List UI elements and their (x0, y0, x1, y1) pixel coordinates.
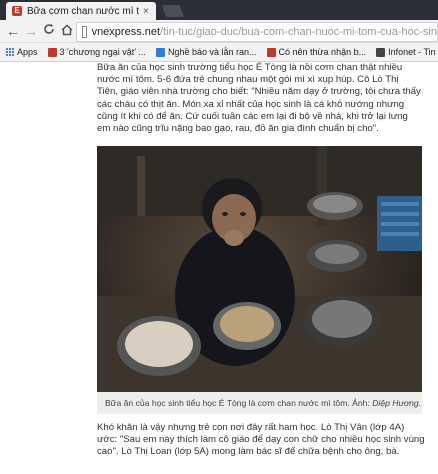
bookmark-label: Có nên thừa nhận b... (278, 47, 367, 57)
caption-credit: Diệp Hương. (372, 398, 422, 408)
page-icon (82, 26, 87, 38)
bookmark-item[interactable]: Có nên thừa nhận b... (266, 47, 367, 57)
bookmark-favicon-icon (376, 47, 386, 57)
reload-icon[interactable] (40, 22, 58, 40)
address-bar[interactable]: vnexpress.net/tin-tuc/giao-duc/bua-com-c… (76, 22, 438, 42)
photo-child-eating-icon (97, 146, 422, 392)
bookmark-label: Infonet - Tin tức - (388, 47, 438, 57)
tab-strip: E Bữa cơm chan nước mì tôm × (0, 0, 438, 20)
close-tab-icon[interactable]: × (143, 6, 149, 17)
bookmark-favicon-icon (266, 47, 276, 57)
new-tab-button[interactable] (161, 5, 185, 17)
bookmark-label: Nghề báo và lằn ran... (167, 47, 257, 57)
url-path: /tin-tuc/giao-duc/bua-com-chan-nuoc-mi-t… (160, 26, 437, 38)
bookmark-label: 3 'chương ngại vật' ... (59, 47, 146, 57)
article-paragraph: Bữa ăn của học sinh trường tiểu học É Tò… (97, 62, 421, 135)
article-paragraph: Khó khăn là vậy nhưng trẻ con nơi đây rấ… (97, 422, 425, 458)
apps-grid-icon (6, 48, 14, 56)
url-domain: vnexpress.net (91, 26, 161, 38)
bookmark-label: Apps (17, 47, 38, 57)
article-photo (97, 146, 422, 392)
url-text[interactable]: vnexpress.net/tin-tuc/giao-duc/bua-com-c… (92, 26, 437, 38)
bookmark-item[interactable]: Infonet - Tin tức - (376, 47, 438, 57)
bookmark-favicon-icon (155, 47, 165, 57)
vnexpress-favicon-icon: E (12, 6, 22, 16)
caption-text: Bữa ăn của học sinh tiểu học É Tòng là c… (105, 398, 373, 408)
article-content: Bữa ăn của học sinh trường tiểu học É Tò… (0, 62, 438, 474)
bookmark-item[interactable]: Nghề báo và lằn ran... (155, 47, 257, 57)
bookmark-item[interactable]: 3 'chương ngại vật' ... (47, 47, 146, 57)
back-arrow-icon[interactable]: ← (4, 22, 22, 40)
forward-arrow-icon[interactable]: → (22, 22, 40, 40)
caption-text-line: Bữa ăn của học sinh tiểu học É Tòng là c… (105, 398, 421, 408)
bookmark-apps[interactable]: Apps (6, 47, 38, 57)
bookmark-favicon-icon (47, 47, 57, 57)
reload-glyph-icon (44, 23, 54, 34)
browser-tab[interactable]: E Bữa cơm chan nước mì tôm × (6, 2, 156, 20)
browser-toolbar: ← → vnexpress.net/tin-tuc/giao-duc/bua-c… (0, 20, 438, 43)
home-glyph-icon (61, 24, 73, 36)
photo-caption: Bữa ăn của học sinh tiểu học É Tòng là c… (97, 392, 422, 414)
bookmarks-bar: Apps 3 'chương ngại vật' ... Nghề báo và… (0, 43, 438, 62)
tab-title: Bữa cơm chan nước mì tôm (27, 5, 139, 17)
home-icon[interactable] (58, 22, 76, 40)
